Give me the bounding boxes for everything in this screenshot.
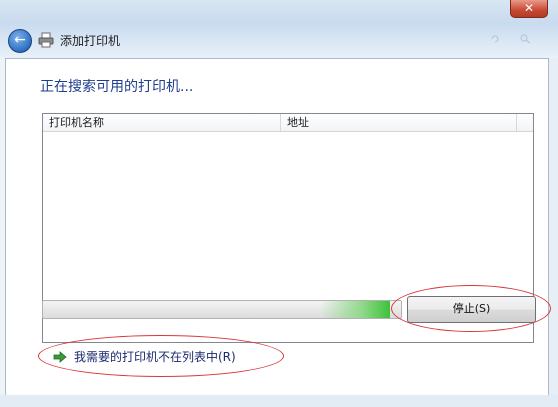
wizard-content: 正在搜索可用的打印机... 打印机名称 地址 停止(S) 我需要的打印机不在列表… (5, 58, 551, 396)
progress-fill (43, 301, 391, 318)
page-title: 正在搜索可用的打印机... (40, 79, 194, 95)
printer-icon (38, 32, 54, 48)
add-printer-window: ✕ ← 添加打印机 正在搜索可用的打印机... 打印机名称 地址 停止(S) 我… (0, 0, 558, 407)
window-title: 添加打印机 (60, 34, 121, 48)
back-arrow-icon: ← (14, 32, 26, 48)
annotation-ellipse-stop (391, 285, 551, 332)
title-bar: ✕ ← 添加打印机 (0, 0, 558, 58)
refresh-icon (491, 35, 499, 43)
annotation-ellipse-link (38, 335, 284, 377)
column-header-address[interactable]: 地址 (281, 114, 517, 131)
search-icon (520, 34, 531, 44)
search-progress-bar (42, 300, 402, 319)
list-header: 打印机名称 地址 (43, 114, 533, 132)
back-button[interactable]: ← (8, 29, 32, 53)
close-button[interactable]: ✕ (510, 0, 548, 18)
column-header-printer-name[interactable]: 打印机名称 (43, 114, 281, 131)
window-bottom-frame (0, 395, 558, 407)
